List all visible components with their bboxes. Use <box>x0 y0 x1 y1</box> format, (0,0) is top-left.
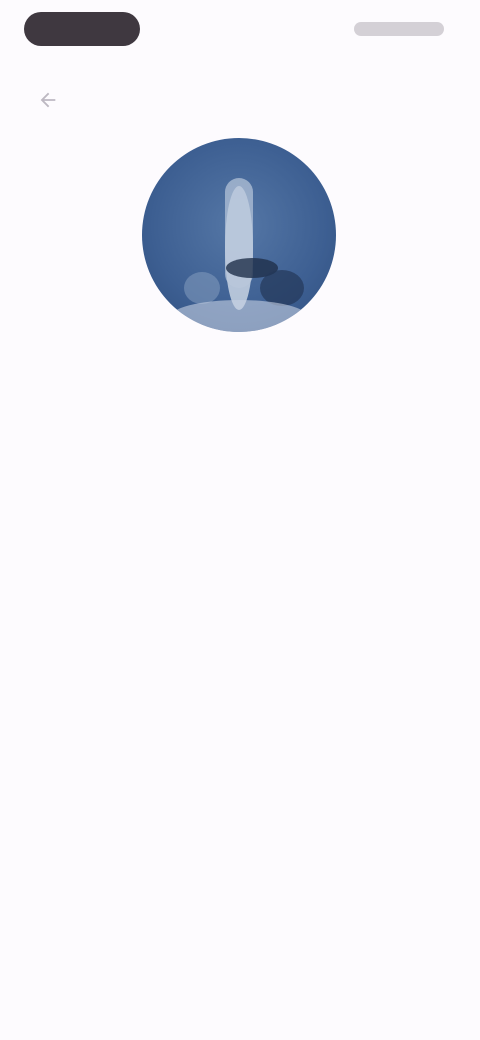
hero-image <box>142 138 336 332</box>
status-bar <box>0 0 480 60</box>
profile-illustration <box>169 178 309 332</box>
status-pill-icon <box>24 12 140 46</box>
arrow-back-icon <box>40 92 56 108</box>
back-button[interactable] <box>28 86 68 114</box>
status-icons <box>354 22 444 36</box>
